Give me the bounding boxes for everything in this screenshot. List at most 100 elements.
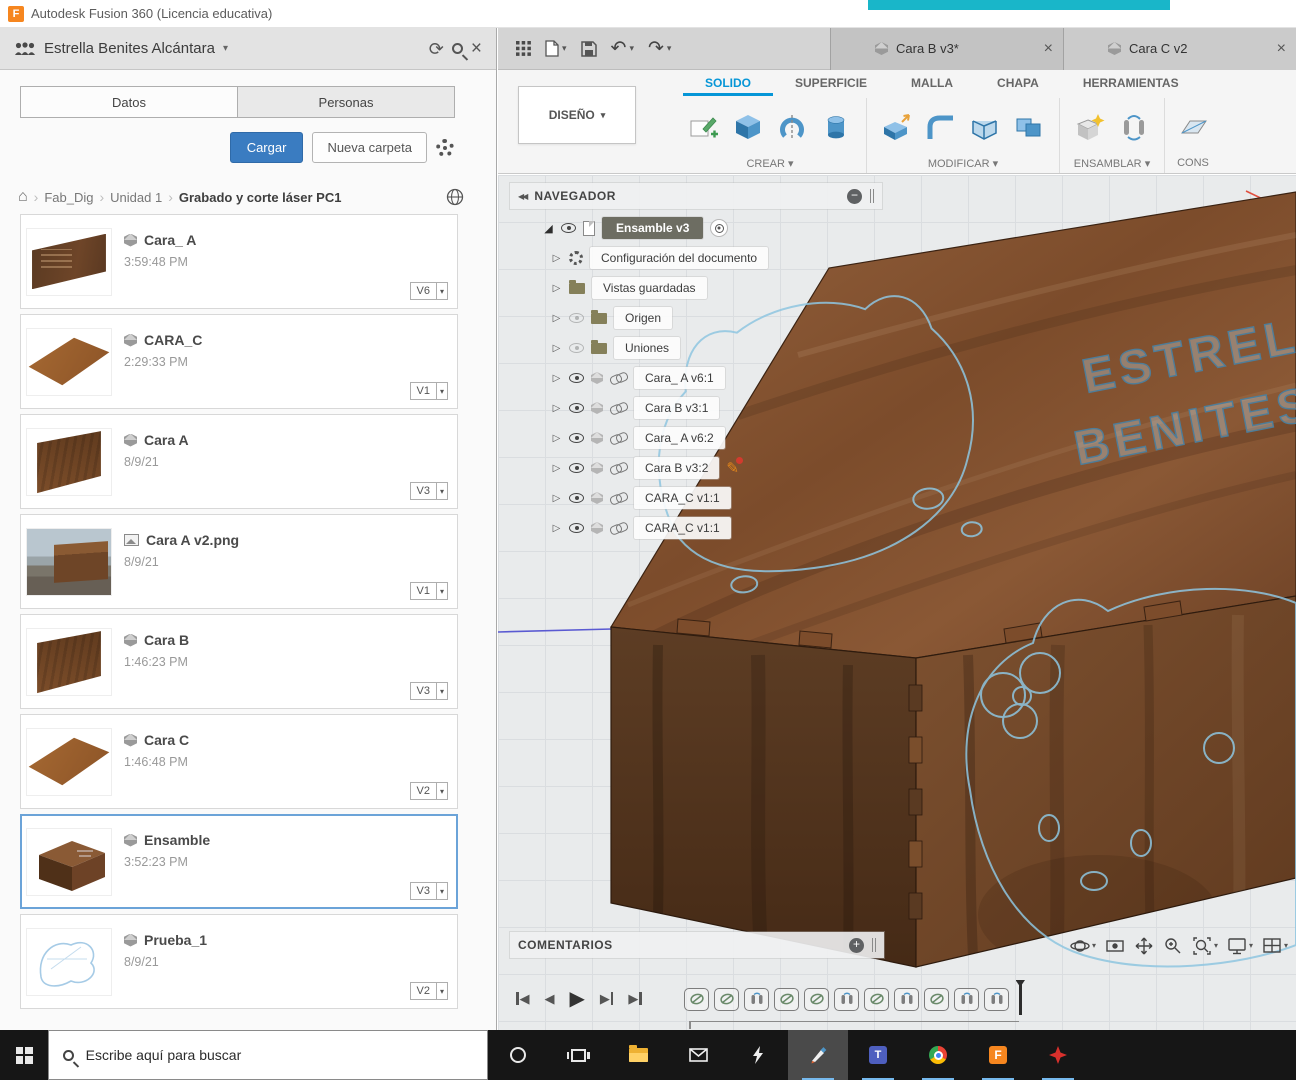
list-item[interactable]: Cara A v2.png 8/9/21 V1▾ bbox=[20, 514, 458, 609]
close-panel-icon[interactable]: × bbox=[471, 38, 482, 60]
browser-row-joints[interactable]: ▷ Uniones bbox=[510, 333, 768, 363]
list-item[interactable]: Prueba_1 8/9/21 V2▾ bbox=[20, 914, 458, 1009]
timeline-go-start-button[interactable]: ◀ bbox=[516, 991, 530, 1007]
browser-item-label[interactable]: CARA_C v1:1 bbox=[634, 487, 731, 509]
viewport-canvas[interactable]: ESTRELLA BENITES ◀◀ NAVEGADOR − ◢ Ensamb… bbox=[498, 175, 1296, 1030]
file-explorer-icon[interactable] bbox=[608, 1030, 668, 1080]
version-badge[interactable]: V1▾ bbox=[410, 382, 448, 400]
close-tab-icon[interactable]: × bbox=[1277, 40, 1286, 58]
shell-button[interactable] bbox=[967, 110, 1003, 144]
timeline-joint-feature[interactable] bbox=[744, 988, 769, 1011]
app-grid-icon[interactable] bbox=[516, 41, 531, 56]
breadcrumb-level0[interactable]: Fab_Dig bbox=[44, 190, 93, 205]
start-button[interactable] bbox=[0, 1030, 48, 1080]
cortana-icon[interactable] bbox=[488, 1030, 548, 1080]
timeline-joint-feature[interactable] bbox=[894, 988, 919, 1011]
browser-row-component[interactable]: ▷ Cara B v3:1 bbox=[510, 393, 768, 423]
browser-row-component[interactable]: ▷ CARA_C v1:1 bbox=[510, 483, 768, 513]
tab-herramientas[interactable]: HERRAMIENTAS bbox=[1061, 72, 1201, 96]
visibility-eye-icon[interactable] bbox=[561, 223, 576, 233]
list-item[interactable]: CARA_C 2:29:33 PM V1▾ bbox=[20, 314, 458, 409]
browser-item-label[interactable]: Vistas guardadas bbox=[592, 277, 707, 299]
joint-button[interactable] bbox=[1116, 110, 1152, 144]
browser-row-settings[interactable]: ▷ Configuración del documento bbox=[510, 243, 768, 273]
tab-chapa[interactable]: CHAPA bbox=[975, 72, 1061, 96]
expand-arrow-icon[interactable]: ▷ bbox=[551, 493, 562, 504]
account-name[interactable]: Estrella Benites Alcántara bbox=[44, 40, 215, 57]
browser-row-component[interactable]: ▷ Cara_ A v6:2 bbox=[510, 423, 768, 453]
upload-button[interactable]: Cargar bbox=[230, 132, 304, 163]
list-item[interactable]: Cara C 1:46:48 PM V2▾ bbox=[20, 714, 458, 809]
version-badge[interactable]: V6▾ bbox=[410, 282, 448, 300]
list-item[interactable]: Cara A 8/9/21 V3▾ bbox=[20, 414, 458, 509]
tab-personas[interactable]: Personas bbox=[237, 86, 455, 118]
press-pull-button[interactable] bbox=[879, 110, 915, 144]
undo-button[interactable]: ↶▾ bbox=[611, 39, 634, 58]
browser-item-label[interactable]: CARA_C v1:1 bbox=[634, 517, 731, 539]
browser-root-label[interactable]: Ensamble v3 bbox=[602, 217, 703, 239]
list-item-selected[interactable]: Ensamble 3:52:23 PM V3▾ bbox=[20, 814, 458, 909]
comments-panel-header[interactable]: COMENTARIOS + bbox=[510, 932, 884, 958]
expand-arrow-icon[interactable]: ◢ bbox=[543, 222, 554, 235]
group-label-ensamblar[interactable]: ENSAMBLAR ▾ bbox=[1074, 157, 1150, 170]
teams-icon[interactable]: T bbox=[848, 1030, 908, 1080]
close-tab-icon[interactable]: × bbox=[1044, 40, 1053, 58]
mail-icon[interactable] bbox=[668, 1030, 728, 1080]
fillet-button[interactable] bbox=[923, 110, 959, 144]
version-badge[interactable]: V3▾ bbox=[410, 882, 448, 900]
cylinder-button[interactable] bbox=[818, 110, 854, 144]
panel-grip-handle[interactable] bbox=[870, 189, 874, 203]
visibility-eye-icon[interactable] bbox=[569, 463, 584, 473]
visibility-eye-icon[interactable] bbox=[569, 493, 584, 503]
create-sketch-button[interactable] bbox=[686, 110, 722, 144]
zoom-tool-icon[interactable] bbox=[1163, 936, 1183, 956]
fit-view-tool-icon[interactable]: ▾ bbox=[1192, 936, 1218, 956]
orbit-tool-icon[interactable]: ▾ bbox=[1070, 936, 1096, 956]
visibility-eye-icon[interactable] bbox=[569, 343, 584, 353]
search-icon[interactable] bbox=[452, 43, 463, 54]
red-app-icon[interactable] bbox=[1028, 1030, 1088, 1080]
expand-arrow-icon[interactable]: ▷ bbox=[551, 373, 562, 384]
collapse-panel-icon[interactable]: ◀◀ bbox=[518, 192, 526, 201]
expand-arrow-icon[interactable]: ▷ bbox=[551, 463, 562, 474]
timeline-joint-feature[interactable] bbox=[984, 988, 1009, 1011]
chrome-icon[interactable] bbox=[908, 1030, 968, 1080]
browser-item-label[interactable]: Cara_ A v6:1 bbox=[634, 367, 725, 389]
chevron-down-icon[interactable]: ▾ bbox=[223, 43, 228, 54]
browser-row-component[interactable]: ▷ Cara_ A v6:1 bbox=[510, 363, 768, 393]
browser-item-label[interactable]: Origen bbox=[614, 307, 672, 329]
browser-row-root[interactable]: ◢ Ensamble v3 bbox=[510, 213, 768, 243]
browser-row-component[interactable]: ▷ CARA_C v1:1 bbox=[510, 513, 768, 543]
expand-comments-icon[interactable]: + bbox=[849, 938, 864, 953]
combine-button[interactable] bbox=[1011, 110, 1047, 144]
timeline-sketch-feature[interactable] bbox=[684, 988, 709, 1011]
construction-plane-button[interactable] bbox=[1175, 110, 1211, 144]
browser-item-label[interactable]: Configuración del documento bbox=[590, 247, 768, 269]
tab-superficie[interactable]: SUPERFICIE bbox=[773, 72, 889, 96]
browser-row-origin[interactable]: ▷ Origen bbox=[510, 303, 768, 333]
pan-tool-icon[interactable] bbox=[1134, 936, 1154, 956]
browser-row-component-editing[interactable]: ▷ Cara B v3:2 ✎ bbox=[510, 453, 768, 483]
version-badge[interactable]: V1▾ bbox=[410, 582, 448, 600]
timeline-joint-feature[interactable] bbox=[834, 988, 859, 1011]
breadcrumb-level1[interactable]: Unidad 1 bbox=[110, 190, 162, 205]
search-input[interactable] bbox=[86, 1047, 473, 1063]
task-view-icon[interactable] bbox=[548, 1030, 608, 1080]
group-label-crear[interactable]: CREAR ▾ bbox=[746, 157, 793, 170]
save-button[interactable] bbox=[581, 41, 597, 57]
list-item[interactable]: Cara_ A 3:59:48 PM V6▾ bbox=[20, 214, 458, 309]
look-at-tool-icon[interactable] bbox=[1105, 936, 1125, 956]
expand-arrow-icon[interactable]: ▷ bbox=[551, 253, 562, 264]
timeline-sketch-feature[interactable] bbox=[804, 988, 829, 1011]
activate-component-radio[interactable] bbox=[710, 219, 728, 237]
tab-datos[interactable]: Datos bbox=[20, 86, 238, 118]
version-badge[interactable]: V3▾ bbox=[410, 682, 448, 700]
version-badge[interactable]: V2▾ bbox=[410, 782, 448, 800]
timeline-go-end-button[interactable]: ▶ bbox=[628, 991, 642, 1007]
timeline-sketch-feature[interactable] bbox=[714, 988, 739, 1011]
taskbar-search-box[interactable] bbox=[48, 1030, 488, 1080]
version-badge[interactable]: V3▾ bbox=[410, 482, 448, 500]
timeline-sketch-feature[interactable] bbox=[924, 988, 949, 1011]
fusion-taskbar-icon[interactable]: F bbox=[968, 1030, 1028, 1080]
browser-item-label[interactable]: Cara B v3:1 bbox=[634, 397, 719, 419]
